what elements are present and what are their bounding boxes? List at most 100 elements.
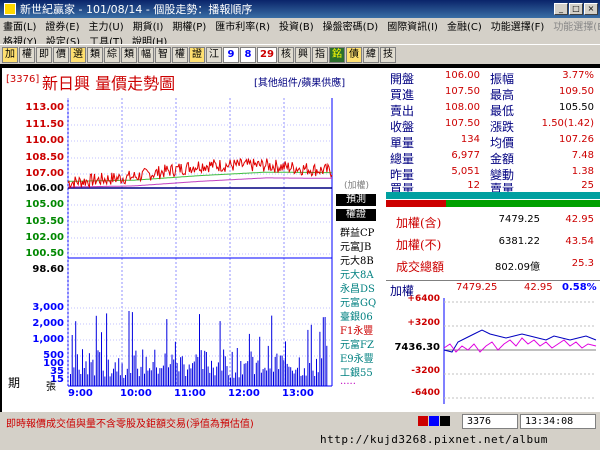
menu-item[interactable]: 國際資訊(I) [387, 18, 438, 33]
stock-code-input[interactable]: 3376 [462, 414, 518, 429]
toolbar-button[interactable]: 類 [121, 46, 137, 63]
volume-bar [171, 354, 173, 386]
toolbar-button[interactable]: 證 [189, 46, 205, 63]
volume-bar [178, 371, 180, 386]
volume-bar [307, 329, 309, 386]
toolbar-button[interactable]: 緯 [363, 46, 379, 63]
volume-bar [123, 377, 125, 386]
volume-bar [305, 375, 307, 386]
toolbar-button[interactable]: 興 [295, 46, 311, 63]
volume-bar [204, 350, 206, 386]
menu-item[interactable]: 畫面(L) [3, 18, 36, 33]
menu-item[interactable]: 期貨(I) [133, 18, 164, 33]
volume-bar [286, 363, 288, 386]
quote-label: 漲跌 [490, 120, 515, 134]
menu-item[interactable]: 金融(C) [447, 18, 482, 33]
toolbar-button[interactable]: 9 [223, 46, 239, 63]
index-row: 加權(不) 6381.22 43.54 [386, 236, 600, 254]
quote-label: 賣出 [390, 104, 415, 118]
volume-bar [267, 345, 269, 386]
quote-label: 最高 [490, 88, 515, 102]
toolbar-button[interactable]: 類 [87, 46, 103, 63]
toolbar-button[interactable]: 權 [19, 46, 35, 63]
broker-item[interactable]: F1永豐 [340, 322, 373, 337]
menu-item[interactable]: 功能選擇(E) [553, 18, 600, 33]
toolbar-button[interactable]: 即 [36, 46, 52, 63]
volume-bar [278, 369, 280, 386]
broker-item[interactable]: E9永豐 [340, 350, 374, 365]
volume-bar [76, 354, 78, 386]
broker-more[interactable]: ..... [340, 376, 356, 387]
menu-item[interactable]: 功能選擇(F) [491, 18, 545, 33]
volume-bar [106, 313, 108, 386]
volume-bar [90, 362, 92, 386]
broker-item[interactable]: 群益CP [340, 224, 374, 239]
volume-bar [290, 367, 292, 386]
toolbar-button[interactable]: 幅 [138, 46, 154, 63]
volume-bar [230, 377, 231, 386]
quote-row: 賣出 108.00 最低 105.50 [386, 102, 600, 118]
menu-item[interactable]: 期權(P) [172, 18, 206, 33]
toolbar-button[interactable]: 核 [278, 46, 294, 63]
volume-bar [226, 366, 228, 386]
quote-label: 金額 [490, 152, 515, 166]
toolbar-button[interactable]: 選 [70, 46, 86, 63]
volume-bar [116, 371, 118, 386]
minimize-button[interactable]: _ [554, 3, 568, 15]
forecast-tab[interactable]: 預測 [336, 194, 376, 206]
volume-bar [216, 366, 218, 386]
menu-item[interactable]: 操盤密碼(D) [323, 18, 379, 33]
volume-bar [135, 350, 137, 386]
toolbar-button[interactable]: 綜 [104, 46, 120, 63]
volume-bar [235, 372, 237, 386]
time-tick: 13:00 [282, 388, 314, 399]
volume-bar [223, 349, 225, 386]
chart-panel: [3376] 新日興 量價走勢圖 [其他組件/蘋果供應] 113.00 111.… [2, 68, 386, 412]
price-tick: 105.00 [25, 199, 64, 210]
index-tick: -3200 [411, 366, 440, 376]
quote-value: 107.26 [559, 134, 594, 145]
toolbar-button[interactable]: 指 [312, 46, 328, 63]
volume-bar [233, 377, 235, 386]
menu-item[interactable]: 證券(E) [45, 18, 79, 33]
menu-item[interactable]: 投資(B) [279, 18, 314, 33]
index-label: 加權(不) [396, 238, 442, 252]
index-head-value: 7479.25 [456, 282, 498, 293]
volume-bar [138, 376, 140, 386]
toolbar-button[interactable]: 8 [240, 46, 256, 63]
toolbar-button[interactable]: 技 [380, 46, 396, 63]
toolbar-button[interactable]: 加 [2, 46, 18, 63]
toolbar-button[interactable]: 銘 [329, 46, 345, 63]
broker-item[interactable]: 元大8A [340, 266, 374, 281]
maximize-button[interactable]: □ [569, 3, 583, 15]
warrant-tab[interactable]: 權證 [336, 209, 376, 221]
close-button[interactable]: × [584, 3, 598, 15]
menu-item[interactable]: 主力(U) [89, 18, 124, 33]
volume-bar [174, 341, 176, 386]
toolbar-button[interactable]: 江 [206, 46, 222, 63]
broker-item[interactable]: 元富FZ [340, 336, 374, 351]
clock: 13:34:08 [520, 414, 596, 429]
broker-item[interactable]: 元富GQ [340, 294, 376, 309]
toolbar-button[interactable]: 債 [346, 46, 362, 63]
toolbar-button[interactable]: 權 [172, 46, 188, 63]
volume-bar [109, 376, 111, 386]
broker-item[interactable]: 元大8B [340, 252, 374, 267]
volume-bar [245, 363, 247, 386]
volume-bar [207, 366, 209, 386]
volume-bar [133, 355, 135, 386]
quote-panel: 開盤 106.00 振幅 3.77% 買進 107.50 最高 109.50 賣出 108.00 最… [386, 68, 600, 412]
watermark-url: http://kujd3268.pixnet.net/album [320, 433, 548, 446]
broker-item[interactable]: 臺銀06 [340, 308, 373, 323]
volume-bar [309, 363, 311, 386]
menu-item[interactable]: 匯市利率(R) [215, 18, 270, 33]
toolbar-button[interactable]: 價 [53, 46, 69, 63]
toolbar-button[interactable]: 智 [155, 46, 171, 63]
volume-bar [269, 368, 271, 386]
volume-bar [137, 368, 139, 386]
broker-item[interactable]: 永昌DS [340, 280, 375, 295]
broker-item[interactable]: 元富JB [340, 238, 371, 253]
volume-bar [316, 358, 317, 386]
toolbar-button[interactable]: 29 [257, 46, 277, 63]
volume-bar [190, 368, 192, 386]
